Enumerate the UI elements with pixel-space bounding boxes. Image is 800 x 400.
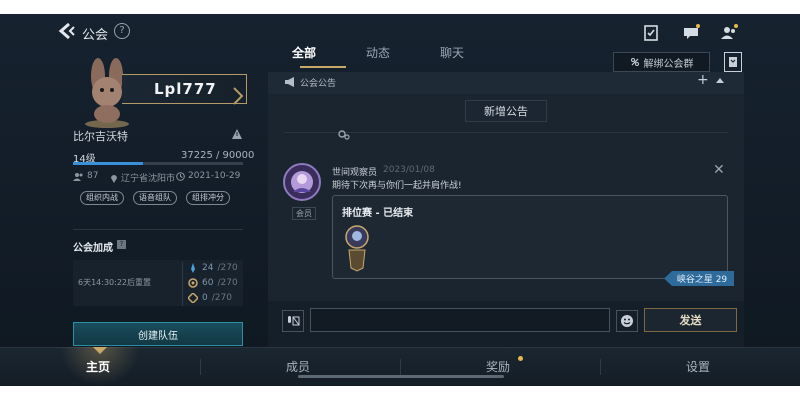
- divider: [200, 359, 201, 375]
- divider: [73, 229, 243, 230]
- back-arrow-icon[interactable]: [57, 22, 75, 40]
- message-date: 2023/01/08: [383, 165, 435, 175]
- rank-tag: 峡谷之星 29: [664, 271, 734, 286]
- page-title: 公会: [82, 28, 109, 43]
- sender-avatar[interactable]: [282, 162, 322, 202]
- nav-members[interactable]: 成员: [286, 358, 310, 375]
- guild-location: 辽宁省沈阳市: [110, 171, 175, 184]
- chat-bubble-icon[interactable]: [682, 24, 700, 42]
- member-count: 87: [73, 171, 98, 181]
- bonus-reset-timer: 6天14:30:22后重置: [78, 278, 152, 287]
- announcement-bar: [268, 72, 744, 94]
- nav-settings[interactable]: 设置: [686, 358, 710, 375]
- help-icon[interactable]: ?: [114, 23, 130, 39]
- bonus-row: 24 /270: [188, 263, 238, 273]
- xp-progress-bar: [73, 162, 243, 165]
- tab-active-indicator: [300, 66, 346, 68]
- tab-chat[interactable]: 聊天: [440, 44, 464, 61]
- members-icon: [73, 172, 83, 181]
- emoji-button[interactable]: [616, 310, 638, 332]
- sender-name[interactable]: 世间观察员: [332, 165, 377, 178]
- clock-icon: [176, 171, 185, 181]
- nav-home[interactable]: 主页: [86, 358, 110, 375]
- help-icon[interactable]: ?: [117, 240, 126, 249]
- voice-toggle-button[interactable]: [282, 310, 304, 332]
- unlink-icon: [630, 58, 639, 66]
- report-icon[interactable]: [232, 129, 242, 139]
- tab-all[interactable]: 全部: [292, 44, 316, 61]
- guild-nameplate: Lpl777: [122, 74, 247, 104]
- task-list-icon[interactable]: [642, 24, 660, 42]
- bonus-row: 60 /270: [188, 278, 238, 288]
- collapse-caret-icon[interactable]: [716, 78, 724, 83]
- megaphone-icon: [285, 77, 294, 87]
- location-pin-icon: [111, 174, 117, 183]
- guild-created-date: 2021-10-29: [176, 171, 240, 181]
- role-badge: 会员: [292, 207, 316, 220]
- announcement-title: 公会公告: [300, 79, 337, 89]
- message-text: 期待下次再与你们一起并肩作战!: [332, 181, 462, 191]
- collapse-icon: [729, 57, 737, 67]
- create-team-button[interactable]: 创建队伍: [73, 322, 243, 346]
- guild-bonus-title: 公会加成: [73, 243, 113, 254]
- xp-progress-fill: [73, 162, 144, 165]
- player-rank-avatar: [345, 225, 369, 272]
- microphone-icon: [288, 316, 300, 326]
- nav-active-caret-icon: [93, 347, 107, 354]
- home-indicator[interactable]: [298, 375, 504, 378]
- divider: [600, 359, 601, 375]
- collapse-panel-button[interactable]: [724, 52, 742, 72]
- settings-gear-icon: [338, 130, 350, 140]
- guild-tag: 组织内战: [80, 191, 124, 205]
- unbind-group-label: 解绑公会群: [643, 58, 694, 70]
- notification-dot: [518, 356, 523, 361]
- divider: [284, 132, 728, 133]
- friends-icon[interactable]: [720, 24, 738, 42]
- divider: [182, 262, 183, 306]
- bonus-row: 0 /270: [188, 293, 232, 303]
- match-status: 排位赛 - 已结束: [342, 208, 414, 219]
- app-screen: 公会 ? 全部 动态 聊天 解绑公会群 Lpl777 比尔吉沃特 14级 372…: [0, 14, 800, 386]
- guild-xp: 37225 / 90000: [181, 150, 255, 161]
- close-icon[interactable]: ✕: [713, 162, 725, 178]
- nav-rewards[interactable]: 奖励: [486, 358, 510, 375]
- guild-tag: 语音组队: [133, 191, 177, 205]
- send-button[interactable]: 发送: [644, 308, 737, 332]
- chat-input[interactable]: [310, 308, 610, 332]
- add-icon[interactable]: +: [697, 72, 709, 88]
- guild-tag: 组排冲分: [186, 191, 230, 205]
- new-announcement-button[interactable]: 新增公告: [465, 100, 547, 122]
- gold-medal-icon: [188, 278, 198, 288]
- gold-diamond-icon: [188, 293, 198, 303]
- smiley-icon: [621, 315, 633, 327]
- chevron-right-icon: [233, 87, 244, 105]
- tab-activity[interactable]: 动态: [366, 44, 390, 61]
- divider: [400, 359, 401, 375]
- unbind-group-button[interactable]: 解绑公会群: [613, 52, 710, 72]
- blue-essence-icon: [191, 263, 195, 273]
- guild-name: 比尔吉沃特: [73, 130, 128, 143]
